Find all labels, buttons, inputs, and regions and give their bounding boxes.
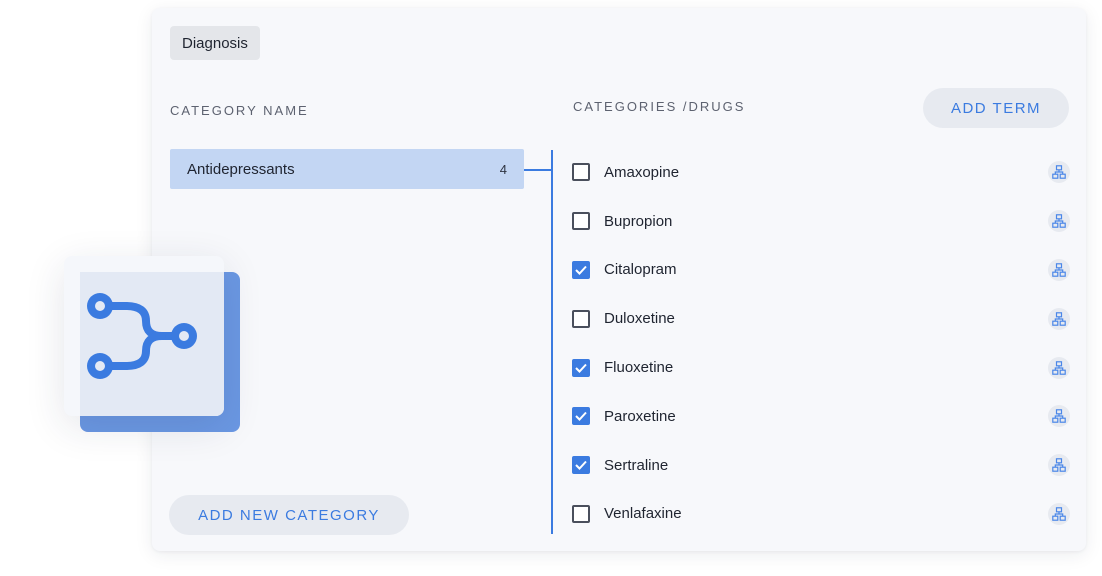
drug-row[interactable]: Paroxetine (572, 392, 1070, 441)
branch-merge-icon (87, 293, 197, 379)
add-term-button[interactable]: ADD TERM (923, 88, 1069, 128)
drug-row[interactable]: Venlafaxine (572, 490, 1070, 539)
drug-checkbox[interactable] (572, 456, 590, 475)
drug-label: Duloxetine (604, 310, 675, 328)
category-name-heading: CATEGORY NAME (170, 103, 309, 118)
drug-row[interactable]: Amaxopine (572, 148, 1070, 197)
feature-card (64, 256, 224, 416)
category-row-antidepressants[interactable]: Antidepressants 4 (170, 149, 524, 189)
drug-checkbox[interactable] (572, 358, 590, 377)
diagnosis-chip[interactable]: Diagnosis (170, 26, 260, 60)
drug-label: Paroxetine (604, 407, 676, 425)
hierarchy-icon[interactable] (1048, 454, 1070, 477)
drug-row[interactable]: Bupropion (572, 197, 1070, 246)
drug-checkbox[interactable] (572, 260, 590, 279)
drug-row[interactable]: Citalopram (572, 246, 1070, 295)
drug-row[interactable]: Duloxetine (572, 294, 1070, 343)
hierarchy-icon[interactable] (1048, 356, 1070, 379)
categories-drugs-heading: CATEGORIES /DRUGS (573, 99, 746, 114)
hierarchy-icon[interactable] (1048, 405, 1070, 428)
tree-connector-vertical (551, 150, 553, 534)
hierarchy-icon[interactable] (1048, 258, 1070, 281)
drug-row[interactable]: Sertraline (572, 441, 1070, 490)
drug-label: Fluoxetine (604, 359, 674, 377)
hierarchy-icon[interactable] (1048, 502, 1070, 525)
drug-checkbox[interactable] (572, 163, 590, 182)
drug-label: Sertraline (604, 456, 669, 474)
drug-checkbox[interactable] (572, 309, 590, 328)
category-editor-panel: Diagnosis CATEGORY NAME CATEGORIES /DRUG… (152, 8, 1086, 551)
category-count: 4 (499, 161, 507, 177)
tree-connector-horizontal (524, 169, 553, 171)
drug-label: Amaxopine (604, 163, 680, 181)
drug-checkbox[interactable] (572, 212, 590, 231)
hierarchy-icon[interactable] (1048, 161, 1070, 184)
drug-label: Venlafaxine (604, 505, 682, 523)
drug-checkbox[interactable] (572, 504, 590, 523)
add-new-category-button[interactable]: ADD NEW CATEGORY (169, 495, 409, 535)
drug-label: Bupropion (604, 212, 673, 230)
drug-checkbox[interactable] (572, 407, 590, 426)
category-name: Antidepressants (187, 160, 295, 178)
hierarchy-icon[interactable] (1048, 307, 1070, 330)
drug-row[interactable]: Fluoxetine (572, 343, 1070, 392)
drug-label: Citalopram (604, 261, 677, 279)
drug-list: Amaxopine Bupropion Citalopram Duloxetin… (572, 148, 1070, 538)
hierarchy-icon[interactable] (1048, 210, 1070, 233)
